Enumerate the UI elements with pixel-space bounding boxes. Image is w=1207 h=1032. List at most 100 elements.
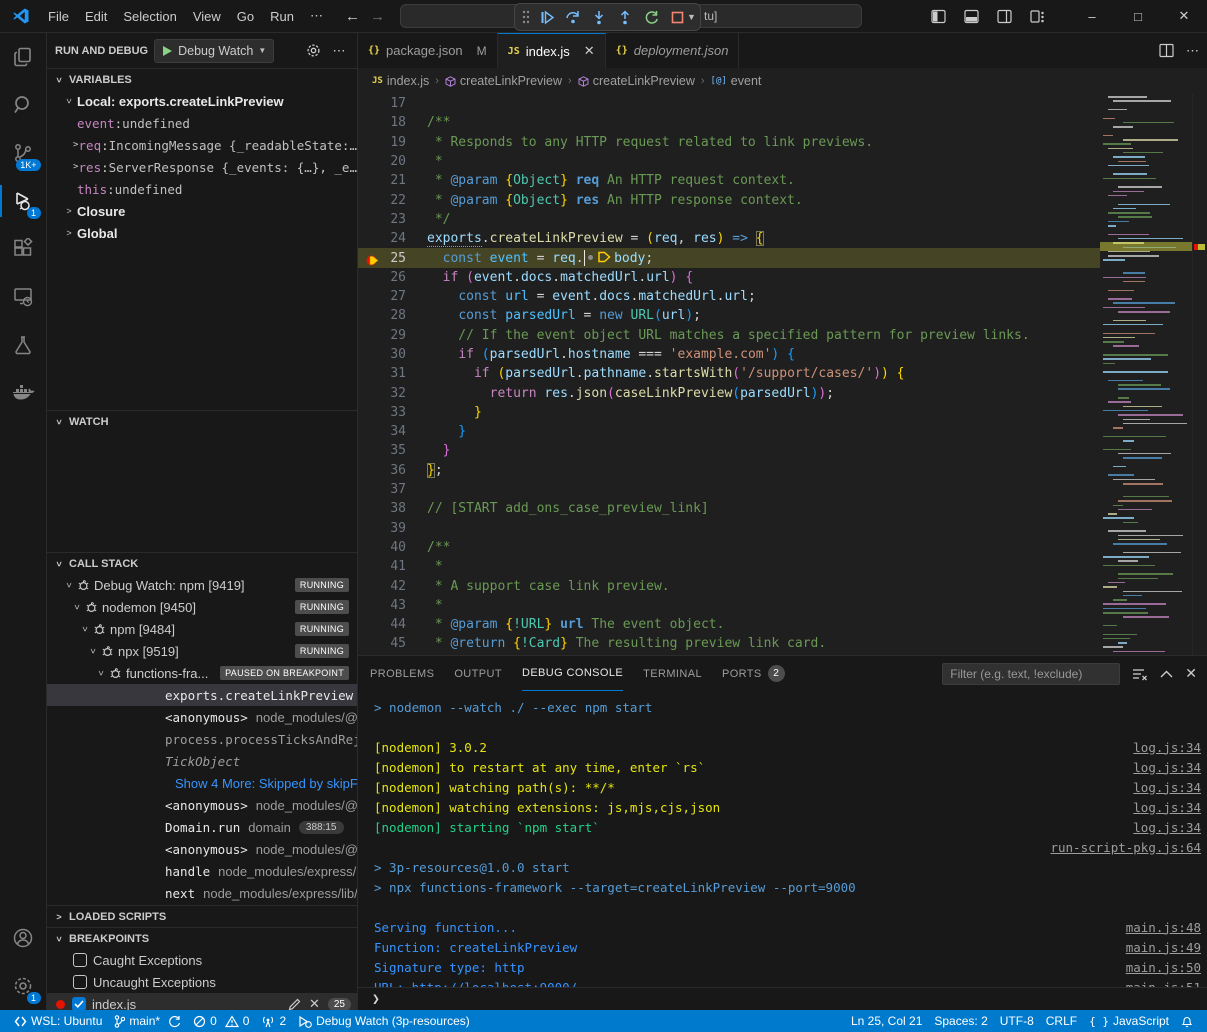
close-button[interactable]: ✕ [1161, 0, 1207, 32]
step-out-button[interactable] [613, 5, 637, 29]
variable-row[interactable]: >res: ServerResponse {_events: {…}, _e… [47, 156, 357, 178]
editor-more-actions-icon[interactable]: ⋯ [1186, 43, 1199, 59]
activity-remote-explorer-icon[interactable] [0, 273, 47, 321]
panel-tab-output[interactable]: OUTPUT [454, 656, 502, 691]
activity-testing-icon[interactable] [0, 321, 47, 369]
code-editor[interactable]: 1718/**19 * Responds to any HTTP request… [358, 94, 1207, 655]
console-source-link[interactable]: log.js:34 [1133, 800, 1201, 815]
code-line-18[interactable]: 18/** [358, 113, 1100, 132]
show-more-link[interactable]: Show 4 More: Skipped by skipFiles [47, 772, 357, 794]
remove-breakpoint-icon[interactable]: ✕ [309, 996, 320, 1010]
code-line-40[interactable]: 40/** [358, 538, 1100, 557]
maximize-panel-icon[interactable] [1160, 670, 1173, 678]
checkbox-unchecked[interactable] [73, 953, 87, 967]
continue-button[interactable] [535, 5, 559, 29]
code-line-26[interactable]: 26 if (event.docs.matchedUrl.url) { [358, 268, 1100, 287]
console-source-link[interactable]: log.js:34 [1133, 780, 1201, 795]
variables-scope-row[interactable]: >Closure [47, 200, 357, 222]
nav-back-icon[interactable]: ← [345, 8, 360, 25]
code-line-34[interactable]: 34 } [358, 422, 1100, 441]
activity-run-and-debug-icon[interactable]: 1 [0, 177, 47, 225]
code-line-25[interactable]: 25 const event = req.body; [358, 248, 1100, 267]
breadcrumb-item[interactable]: [@]event [711, 74, 762, 88]
console-source-link[interactable]: log.js:34 [1133, 760, 1201, 775]
code-line-43[interactable]: 43 * [358, 596, 1100, 615]
status-item-right0[interactable]: Ln 25, Col 21 [845, 1010, 928, 1032]
breakpoint-option-row[interactable]: Caught Exceptions [47, 949, 357, 971]
menu-edit[interactable]: Edit [77, 5, 115, 28]
console-source-link[interactable]: main.js:48 [1126, 920, 1201, 935]
console-source-link[interactable]: main.js:50 [1126, 960, 1201, 975]
panel-tab-terminal[interactable]: TERMINAL [643, 656, 702, 691]
variable-row[interactable]: >req: IncomingMessage {_readableState:… [47, 134, 357, 156]
breadcrumb-item[interactable]: JSindex.js [372, 74, 429, 88]
status-braces-right4[interactable]: { }JavaScript [1083, 1010, 1175, 1032]
loaded-scripts-header[interactable]: >LOADED SCRIPTS [47, 905, 357, 927]
console-source-link[interactable]: run-script-pkg.js:64 [1050, 840, 1201, 855]
toggle-panel-icon[interactable] [964, 9, 979, 24]
console-source-link[interactable]: log.js:34 [1133, 740, 1201, 755]
checkbox-checked[interactable] [72, 997, 86, 1010]
code-line-28[interactable]: 28 const parsedUrl = new URL(url); [358, 306, 1100, 325]
tab-index.js[interactable]: JSindex.js✕ [498, 33, 606, 68]
console-source-link[interactable]: log.js:34 [1133, 820, 1201, 835]
status-error-left2[interactable]: 00 [187, 1010, 255, 1032]
callstack-session-row[interactable]: >Debug Watch: npm [9419]RUNNING [47, 574, 357, 596]
code-line-45[interactable]: 45 * @return {!Card} The resulting previ… [358, 634, 1100, 653]
code-line-33[interactable]: 33 } [358, 403, 1100, 422]
menu-more[interactable]: ⋯ [302, 4, 331, 28]
activity-source-control-icon[interactable]: 1K+ [0, 129, 47, 177]
callstack-session-row[interactable]: >nodemon [9450]RUNNING [47, 596, 357, 618]
menu-go[interactable]: Go [229, 5, 262, 28]
code-line-38[interactable]: 38// [START add_ons_case_preview_link] [358, 499, 1100, 518]
call-stack-header[interactable]: >CALL STACK [47, 552, 357, 574]
customize-layout-icon[interactable] [1030, 9, 1045, 24]
panel-tab-debug-console[interactable]: DEBUG CONSOLE [522, 656, 623, 691]
code-line-27[interactable]: 27 const url = event.docs.matchedUrl.url… [358, 287, 1100, 306]
toolbar-grip[interactable] [519, 5, 533, 29]
callstack-frame-row[interactable]: process.processTicksAndRejections [47, 728, 357, 750]
status-item-right2[interactable]: UTF-8 [994, 1010, 1040, 1032]
step-over-button[interactable] [561, 5, 585, 29]
callstack-session-row[interactable]: >functions-fra...PAUSED ON BREAKPOINT [47, 662, 357, 684]
console-source-link[interactable]: main.js:49 [1126, 940, 1201, 955]
clear-console-icon[interactable] [1132, 667, 1148, 681]
status-item-right1[interactable]: Spaces: 2 [928, 1010, 993, 1032]
code-line-30[interactable]: 30 if (parsedUrl.hostname === 'example.c… [358, 345, 1100, 364]
status-debug-left4[interactable]: Debug Watch (3p-resources) [292, 1010, 476, 1032]
code-line-17[interactable]: 17 [358, 94, 1100, 113]
callstack-frame-row[interactable]: nextnode_modules/express/lib/ro... [47, 882, 357, 904]
variables-scope-row[interactable]: >Local: exports.createLinkPreview [47, 90, 357, 112]
callstack-session-row[interactable]: >npm [9484]RUNNING [47, 618, 357, 640]
split-editor-icon[interactable] [1159, 43, 1174, 58]
activity-manage-icon[interactable]: 1 [0, 962, 47, 1010]
callstack-frame-row[interactable]: handlenode_modules/express/lib/... [47, 860, 357, 882]
breakpoint-file-row[interactable]: index.js✕25 [47, 993, 357, 1010]
breakpoint-option-row[interactable]: Uncaught Exceptions [47, 971, 357, 993]
callstack-frame-row[interactable]: <anonymous>node_modules/@go... [47, 838, 357, 860]
stop-dropdown-chevron[interactable]: ▼ [687, 12, 696, 22]
code-line-42[interactable]: 42 * A support case link preview. [358, 576, 1100, 595]
code-line-24[interactable]: 24exports.createLinkPreview = (req, res)… [358, 229, 1100, 248]
breadcrumb-item[interactable]: createLinkPreview [445, 74, 562, 88]
variable-row[interactable]: this: undefined [47, 178, 357, 200]
gear-icon[interactable] [303, 41, 323, 61]
start-debug-icon[interactable] [162, 45, 173, 57]
close-panel-icon[interactable]: ✕ [1185, 665, 1197, 682]
launch-config-picker[interactable]: Debug Watch ▼ [154, 39, 274, 63]
status-tower-left3[interactable]: 2 [255, 1010, 292, 1032]
variable-row[interactable]: event: undefined [47, 112, 357, 134]
restart-button[interactable] [639, 5, 663, 29]
menu-run[interactable]: Run [262, 5, 302, 28]
activity-extensions-icon[interactable] [0, 225, 47, 273]
console-source-link[interactable]: main.js:51 [1126, 980, 1201, 988]
minimize-button[interactable]: – [1069, 0, 1115, 32]
code-line-19[interactable]: 19 * Responds to any HTTP request relate… [358, 133, 1100, 152]
watch-header[interactable]: >WATCH [47, 410, 357, 432]
callstack-frame-row[interactable]: TickObject [47, 750, 357, 772]
callstack-frame-row[interactable]: <anonymous>node_modules/@go... [47, 794, 357, 816]
toggle-sidebar-icon[interactable] [931, 9, 946, 24]
code-line-32[interactable]: 32 return res.json(caseLinkPreview(parse… [358, 383, 1100, 402]
status-item-right3[interactable]: CRLF [1040, 1010, 1083, 1032]
status-bell-right5[interactable] [1175, 1010, 1199, 1032]
